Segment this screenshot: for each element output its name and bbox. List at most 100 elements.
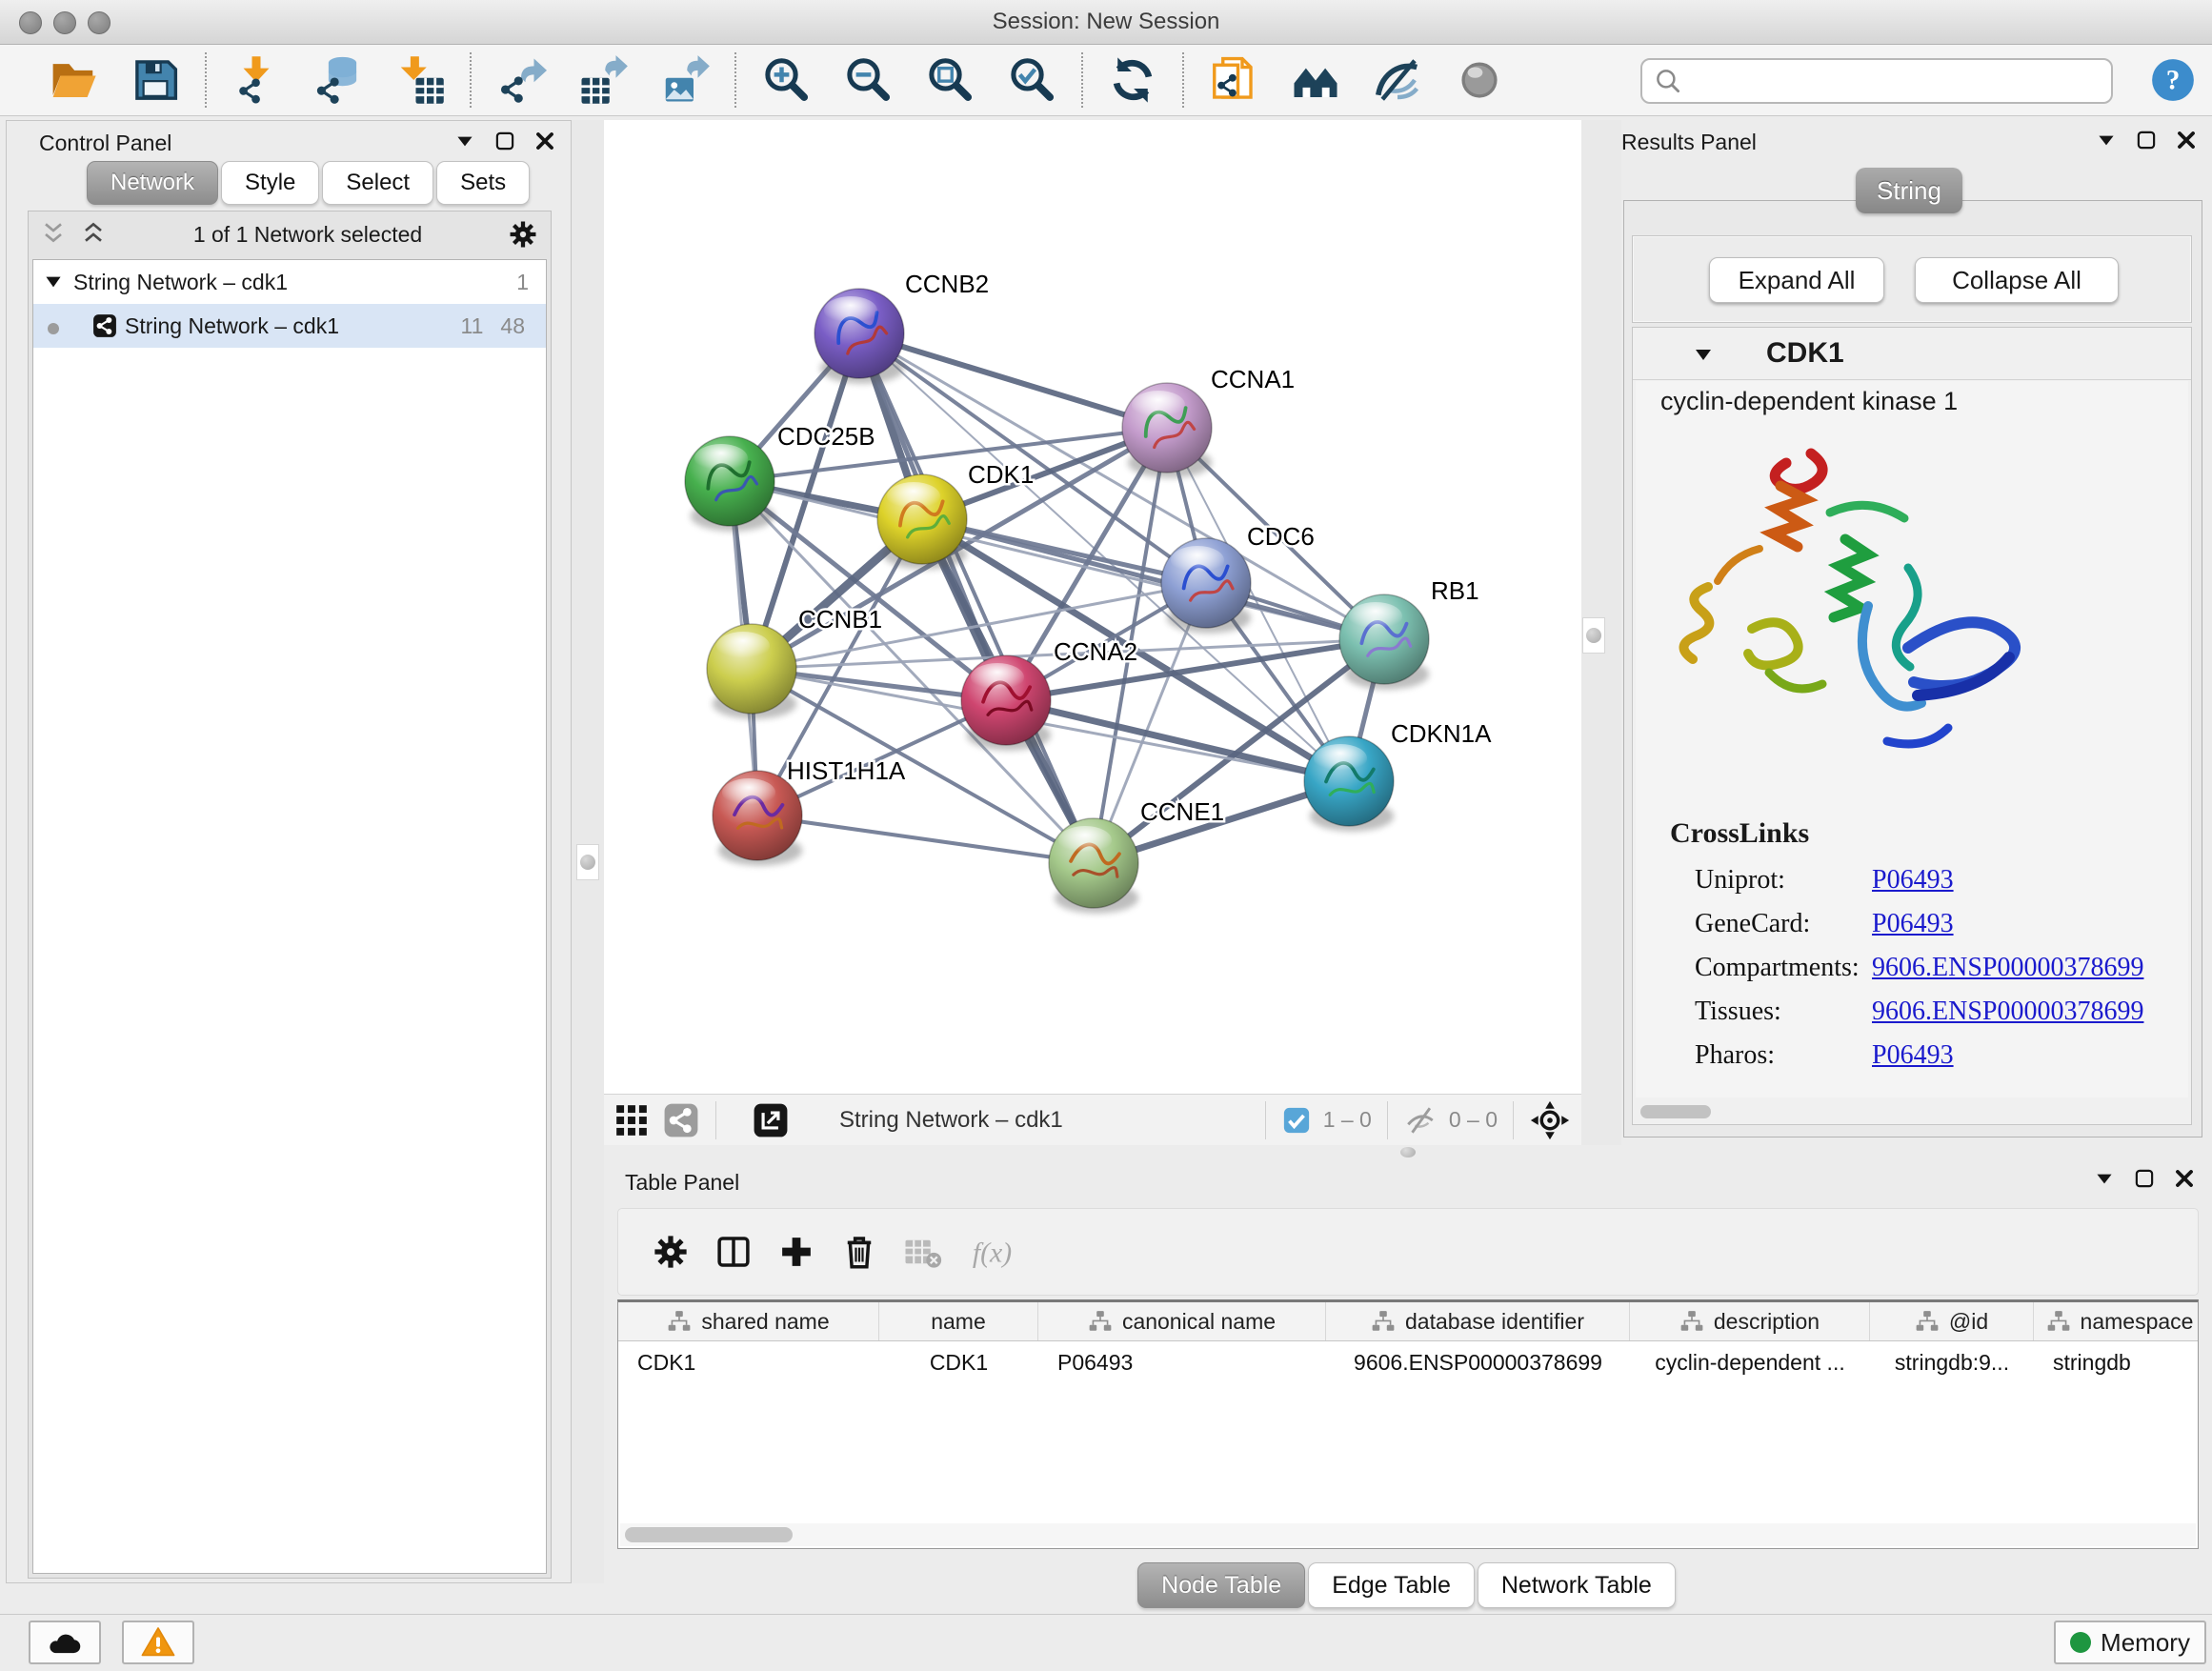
tab-string[interactable]: String <box>1856 168 1962 213</box>
export-table-icon[interactable] <box>577 54 629 106</box>
zoom-in-icon[interactable] <box>760 54 812 106</box>
node-details-header[interactable]: CDK1 <box>1633 328 2191 380</box>
panel-menu-icon[interactable] <box>452 129 477 153</box>
results-hscroll-thumb[interactable] <box>1640 1105 1711 1118</box>
selected-checkbox-icon[interactable] <box>1282 1106 1311 1135</box>
network-node-CDK1[interactable]: CDK1 <box>877 460 1034 570</box>
table-cell[interactable]: CDK1 <box>879 1350 1038 1376</box>
panel-float-icon[interactable] <box>493 129 517 153</box>
column-header-description[interactable]: description <box>1630 1302 1870 1340</box>
table-cell[interactable]: CDK1 <box>618 1350 879 1376</box>
network-svg[interactable]: CCNB2 CCNA1 CDC25B CDK1 CDC6 <box>604 120 1581 1094</box>
zoom-fit-icon[interactable] <box>924 54 975 106</box>
table-cell[interactable]: cyclin-dependent ... <box>1630 1350 1870 1376</box>
crosslink-link[interactable]: P06493 <box>1872 865 1954 896</box>
hide-panels-icon[interactable] <box>1372 54 1423 106</box>
network-node-HIST1H1A[interactable]: HIST1H1A <box>713 756 906 866</box>
network-collection-row[interactable]: String Network – cdk1 1 <box>33 260 546 304</box>
network-edge[interactable] <box>859 333 1167 428</box>
panel-close-icon[interactable] <box>2174 128 2199 152</box>
expand-all-icon[interactable] <box>78 219 109 250</box>
network-node-CDKN1A[interactable]: CDKN1A <box>1304 719 1492 832</box>
hidden-eye-slash-icon[interactable] <box>1404 1104 1437 1137</box>
column-header-shared-name[interactable]: shared name <box>618 1302 879 1340</box>
network-node-RB1[interactable]: RB1 <box>1339 576 1479 690</box>
refresh-icon[interactable] <box>1107 54 1158 106</box>
delete-column-trash-icon[interactable] <box>839 1232 879 1272</box>
preview-eye-icon[interactable] <box>1454 54 1505 106</box>
table-cell[interactable]: 9606.ENSP00000378699 <box>1326 1350 1630 1376</box>
table-hscrollbar[interactable] <box>620 1523 2196 1546</box>
table-cell[interactable]: stringdb <box>2034 1350 2199 1376</box>
left-splitter-handle[interactable] <box>576 844 599 880</box>
add-column-icon[interactable] <box>776 1232 816 1272</box>
table-hscroll-thumb[interactable] <box>625 1527 793 1542</box>
crosslink-link[interactable]: 9606.ENSP00000378699 <box>1872 953 2143 983</box>
panel-float-icon[interactable] <box>2134 128 2159 152</box>
right-splitter[interactable] <box>1581 120 1622 1158</box>
panel-close-icon[interactable] <box>2172 1166 2197 1191</box>
tab-network-table[interactable]: Network Table <box>1478 1562 1676 1608</box>
warnings-button[interactable] <box>122 1621 194 1664</box>
panel-menu-icon[interactable] <box>2094 128 2119 152</box>
network-node-CCNB1[interactable]: CCNB1 <box>707 605 882 719</box>
panel-float-icon[interactable] <box>2132 1166 2157 1191</box>
import-table-icon[interactable] <box>394 54 446 106</box>
tab-edge-table[interactable]: Edge Table <box>1308 1562 1475 1608</box>
search-box[interactable] <box>1640 58 2113 104</box>
crosslink-link[interactable]: P06493 <box>1872 1040 1954 1071</box>
search-input[interactable] <box>1684 63 2111 99</box>
tab-node-table[interactable]: Node Table <box>1137 1562 1305 1608</box>
network-row[interactable]: String Network – cdk1 11 48 <box>33 304 546 348</box>
expand-all-button[interactable]: Expand All <box>1709 257 1884 303</box>
column-header-canonical-name[interactable]: canonical name <box>1038 1302 1326 1340</box>
network-canvas[interactable]: CCNB2 CCNA1 CDC25B CDK1 CDC6 <box>604 120 1581 1094</box>
collapse-all-button[interactable]: Collapse All <box>1915 257 2119 303</box>
column-header--id[interactable]: @id <box>1870 1302 2034 1340</box>
memory-button[interactable]: Memory <box>2054 1621 2206 1664</box>
fit-selected-crosshair-icon[interactable] <box>1530 1100 1570 1140</box>
table-cell[interactable]: P06493 <box>1038 1350 1326 1376</box>
network-options-gear-icon[interactable] <box>507 218 539 251</box>
table-cell[interactable]: stringdb:9... <box>1870 1350 2034 1376</box>
right-splitter-handle[interactable] <box>1582 617 1605 654</box>
crosslink-link[interactable]: P06493 <box>1872 909 1954 939</box>
left-splitter[interactable] <box>572 120 604 1583</box>
import-network-icon[interactable] <box>231 54 282 106</box>
home-icon[interactable] <box>1290 54 1341 106</box>
column-header-database-identifier[interactable]: database identifier <box>1326 1302 1630 1340</box>
tab-sets[interactable]: Sets <box>436 161 530 205</box>
network-edge[interactable] <box>757 815 1094 863</box>
tab-network[interactable]: Network <box>87 161 218 205</box>
network-edge[interactable] <box>922 519 1384 639</box>
help-button[interactable]: ? <box>2149 56 2197 104</box>
table-settings-gear-icon[interactable] <box>651 1232 691 1272</box>
collapse-all-icon[interactable] <box>38 219 69 250</box>
import-database-icon[interactable] <box>312 54 364 106</box>
network-node-CCNE1[interactable]: CCNE1 <box>1049 797 1224 914</box>
cloud-button[interactable] <box>29 1621 101 1664</box>
save-session-icon[interactable] <box>130 54 181 106</box>
crosslink-link[interactable]: 9606.ENSP00000378699 <box>1872 997 2143 1027</box>
tab-style[interactable]: Style <box>221 161 319 205</box>
horizontal-splitter-handle[interactable] <box>1400 1147 1416 1158</box>
panel-close-icon[interactable] <box>533 129 557 153</box>
network-node-CCNA1[interactable]: CCNA1 <box>1122 365 1295 478</box>
tab-select[interactable]: Select <box>322 161 433 205</box>
column-header-namespace[interactable]: namespace <box>2034 1302 2199 1340</box>
column-header-name[interactable]: name <box>879 1302 1038 1340</box>
show-columns-icon[interactable] <box>714 1232 754 1272</box>
open-session-icon[interactable] <box>48 54 99 106</box>
export-network-icon[interactable] <box>495 54 547 106</box>
zoom-selected-icon[interactable] <box>1006 54 1057 106</box>
panel-menu-icon[interactable] <box>2092 1166 2117 1191</box>
grid-view-icon[interactable] <box>613 1102 650 1138</box>
tree-expanded-icon[interactable] <box>41 270 66 294</box>
share-document-icon[interactable] <box>1208 54 1259 106</box>
birdseye-view-icon[interactable] <box>753 1102 789 1138</box>
section-expanded-icon[interactable] <box>1692 343 1715 366</box>
export-image-icon[interactable] <box>659 54 711 106</box>
table-row[interactable]: CDK1CDK1P064939606.ENSP00000378699cyclin… <box>618 1341 2198 1383</box>
network-share-badge-icon[interactable] <box>663 1102 699 1138</box>
zoom-out-icon[interactable] <box>842 54 894 106</box>
